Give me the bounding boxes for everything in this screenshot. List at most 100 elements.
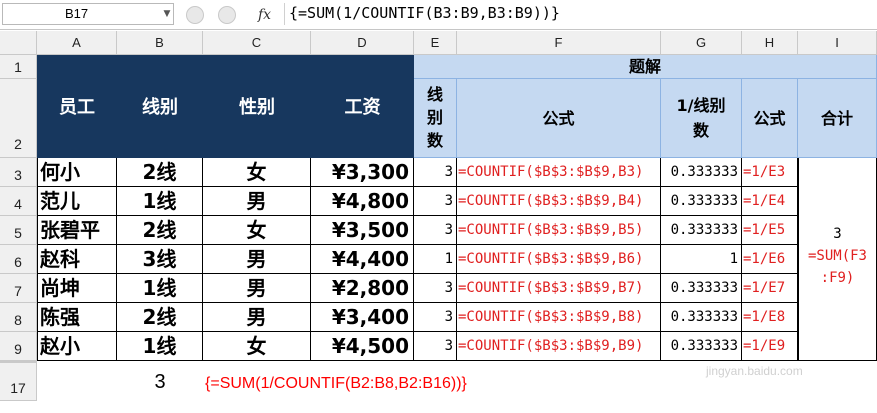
row-header-7[interactable]: 7 <box>0 274 37 303</box>
header-line-count-1: 线 <box>426 85 443 104</box>
column-header-e[interactable]: E <box>414 31 457 55</box>
reciprocal-formula-cell[interactable]: =1/E5 <box>742 216 798 245</box>
reciprocal-formula-cell[interactable]: =1/E6 <box>742 245 798 274</box>
countif-formula-cell[interactable]: =COUNTIF($B$3:$B$9,B7) <box>457 274 661 303</box>
gender-cell[interactable]: 女 <box>203 332 311 361</box>
gender-cell[interactable]: 女 <box>203 216 311 245</box>
header-total[interactable]: 合计 <box>798 79 877 158</box>
employee-cell[interactable]: 赵科 <box>37 245 117 274</box>
salary-cell[interactable]: ¥3,500 <box>311 216 414 245</box>
employee-cell[interactable]: 范儿 <box>37 187 117 216</box>
line-cell[interactable]: 1线 <box>117 187 203 216</box>
header-line-count-3: 数 <box>426 131 443 150</box>
row-header-4[interactable]: 4 <box>0 187 37 216</box>
header-reciprocal[interactable]: 1/线别 数 <box>661 79 742 158</box>
column-header-b[interactable]: B <box>117 31 203 55</box>
insert-function-icon[interactable]: fx <box>258 4 280 26</box>
total-value: 3 <box>833 226 842 242</box>
header-gender[interactable]: 性别 <box>203 95 311 121</box>
line-count-cell[interactable]: 3 <box>414 187 457 216</box>
header-employee[interactable]: 员工 <box>37 95 117 121</box>
line-count-cell[interactable]: 3 <box>414 216 457 245</box>
header-reciprocal-1: 1/线别 <box>676 96 726 115</box>
data-block-border <box>37 158 38 361</box>
countif-formula-cell[interactable]: =COUNTIF($B$3:$B$9,B5) <box>457 216 661 245</box>
line-cell[interactable]: 2线 <box>117 216 203 245</box>
row-header-17[interactable]: 17 <box>0 361 37 401</box>
name-box[interactable]: B17 <box>2 3 174 25</box>
total-formula-1: =SUM(F3 <box>807 248 867 264</box>
enter-icon[interactable] <box>218 6 236 24</box>
total-formula-2: :F9) <box>820 270 855 286</box>
reciprocal-formula-cell[interactable]: =1/E7 <box>742 274 798 303</box>
salary-cell[interactable]: ¥4,800 <box>311 187 414 216</box>
reciprocal-cell[interactable]: 0.333333 <box>661 216 742 245</box>
header-salary[interactable]: 工资 <box>311 95 414 121</box>
cell-b17[interactable]: 3 <box>117 367 203 397</box>
header-line[interactable]: 线别 <box>117 95 203 121</box>
line-cell[interactable]: 2线 <box>117 303 203 332</box>
countif-formula-cell[interactable]: =COUNTIF($B$3:$B$9,B6) <box>457 245 661 274</box>
column-header-c[interactable]: C <box>203 31 311 55</box>
row-header-8[interactable]: 8 <box>0 303 37 332</box>
reciprocal-formula-cell[interactable]: =1/E4 <box>742 187 798 216</box>
countif-formula-cell[interactable]: =COUNTIF($B$3:$B$9,B9) <box>457 332 661 361</box>
row-header-5[interactable]: 5 <box>0 216 37 245</box>
row-header-6[interactable]: 6 <box>0 245 37 274</box>
reciprocal-cell[interactable]: 0.333333 <box>661 158 742 187</box>
row17-formula-note: {=SUM(1/COUNTIF(B2:B8,B2:B16))} <box>205 375 467 392</box>
reciprocal-formula-cell[interactable]: =1/E3 <box>742 158 798 187</box>
reciprocal-cell[interactable]: 1 <box>661 245 742 274</box>
column-header-a[interactable]: A <box>37 31 117 55</box>
gender-cell[interactable]: 女 <box>203 158 311 187</box>
countif-formula-cell[interactable]: =COUNTIF($B$3:$B$9,B8) <box>457 303 661 332</box>
gender-cell[interactable]: 男 <box>203 187 311 216</box>
salary-cell[interactable]: ¥2,800 <box>311 274 414 303</box>
select-all-corner[interactable] <box>0 31 37 55</box>
row-header-9[interactable]: 9 <box>0 332 37 361</box>
line-cell[interactable]: 1线 <box>117 274 203 303</box>
column-header-i[interactable]: I <box>798 31 877 55</box>
line-count-cell[interactable]: 1 <box>414 245 457 274</box>
salary-cell[interactable]: ¥4,500 <box>311 332 414 361</box>
employee-cell[interactable]: 何小 <box>37 158 117 187</box>
header-formula-2[interactable]: 公式 <box>742 79 798 158</box>
countif-formula-cell[interactable]: =COUNTIF($B$3:$B$9,B4) <box>457 187 661 216</box>
line-cell[interactable]: 1线 <box>117 332 203 361</box>
employee-cell[interactable]: 张碧平 <box>37 216 117 245</box>
reciprocal-cell[interactable]: 0.333333 <box>661 187 742 216</box>
header-reciprocal-2: 数 <box>692 121 709 140</box>
row-header-2[interactable]: 2 <box>0 79 37 158</box>
cancel-icon[interactable] <box>186 6 204 24</box>
column-header-g[interactable]: G <box>661 31 742 55</box>
line-count-cell[interactable]: 3 <box>414 158 457 187</box>
line-cell[interactable]: 3线 <box>117 245 203 274</box>
column-header-h[interactable]: H <box>742 31 798 55</box>
gender-cell[interactable]: 男 <box>203 274 311 303</box>
salary-cell[interactable]: ¥4,400 <box>311 245 414 274</box>
column-header-d[interactable]: D <box>311 31 414 55</box>
employee-cell[interactable]: 赵小 <box>37 332 117 361</box>
countif-formula-cell[interactable]: =COUNTIF($B$3:$B$9,B3) <box>457 158 661 187</box>
row-header-3[interactable]: 3 <box>0 158 37 187</box>
row-header-1[interactable]: 1 <box>0 55 37 79</box>
header-line-count-2: 别 <box>426 108 443 127</box>
employee-cell[interactable]: 陈强 <box>37 303 117 332</box>
gender-cell[interactable]: 男 <box>203 303 311 332</box>
line-count-cell[interactable]: 3 <box>414 332 457 361</box>
watermark-logo: jingyan.baidu.com <box>668 302 858 392</box>
header-solution[interactable]: 题解 <box>414 55 877 79</box>
header-line-count[interactable]: 线 别 数 <box>414 79 457 158</box>
line-count-cell[interactable]: 3 <box>414 303 457 332</box>
line-count-cell[interactable]: 3 <box>414 274 457 303</box>
line-cell[interactable]: 2线 <box>117 158 203 187</box>
salary-cell[interactable]: ¥3,400 <box>311 303 414 332</box>
formula-input[interactable]: {=SUM(1/COUNTIF(B3:B9,B3:B9))} <box>284 3 874 25</box>
reciprocal-cell[interactable]: 0.333333 <box>661 274 742 303</box>
header-formula[interactable]: 公式 <box>457 79 661 158</box>
gender-cell[interactable]: 男 <box>203 245 311 274</box>
employee-cell[interactable]: 尚坤 <box>37 274 117 303</box>
column-header-f[interactable]: F <box>457 31 661 55</box>
salary-cell[interactable]: ¥3,300 <box>311 158 414 187</box>
chevron-down-icon[interactable]: ▼ <box>160 3 174 25</box>
